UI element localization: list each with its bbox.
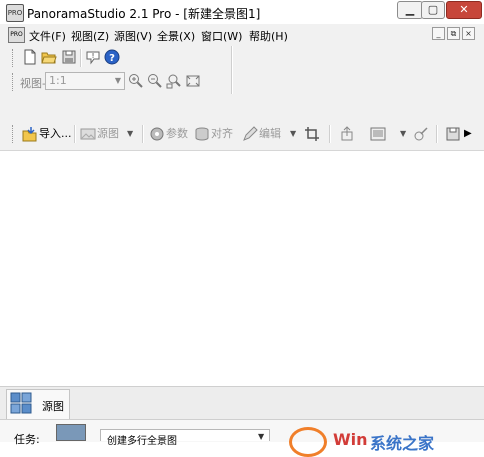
window-title: PanoramaStudio 2.1 Pro - [新建全景图1] [27, 7, 261, 21]
toolbar-separator [436, 125, 438, 143]
export-image-icon[interactable] [370, 126, 386, 142]
crop-icon[interactable] [304, 126, 320, 142]
new-document-icon[interactable] [22, 49, 38, 65]
open-folder-icon[interactable] [41, 49, 57, 65]
document-menu-icon[interactable]: PRO [8, 27, 25, 43]
edit-button[interactable]: 编辑 [259, 119, 281, 149]
task-select-value: 创建多行全景图 [107, 436, 177, 447]
menu-panorama[interactable]: 全景(X) [157, 28, 195, 44]
maximize-button[interactable]: ▢ [421, 1, 445, 19]
chevron-down-icon[interactable]: ▼ [400, 119, 406, 149]
watermark-logo-icon [289, 427, 327, 457]
toolbar-grip[interactable] [12, 49, 17, 67]
menu-source[interactable]: 源图(V) [114, 28, 152, 44]
watermark-text: Win [333, 430, 368, 449]
toolbar-separator [80, 49, 82, 67]
source-button[interactable]: 源图 [97, 119, 119, 149]
svg-text:!: ! [92, 52, 95, 60]
panorama-canvas[interactable] [0, 150, 484, 387]
source-image-icon [80, 128, 96, 140]
chevron-down-icon: ▼ [114, 76, 121, 85]
import-icon [22, 127, 37, 142]
source-grid-icon [10, 392, 32, 414]
minimize-button[interactable]: ▁ [397, 1, 423, 19]
menu-window[interactable]: 窗口(W) [201, 28, 242, 44]
menu-file[interactable]: 文件(F) [29, 28, 66, 44]
import-button[interactable]: 导入... [39, 119, 72, 149]
toolbar-separator [329, 125, 331, 143]
zoom-in-icon[interactable] [128, 73, 144, 89]
svg-text:?: ? [109, 53, 115, 64]
save-panorama-icon[interactable] [445, 126, 461, 142]
align-button[interactable]: 对齐 [211, 119, 233, 149]
help-icon[interactable]: ? [104, 49, 120, 65]
fit-window-icon[interactable] [185, 73, 201, 89]
mdi-restore-button[interactable]: ⧉ [447, 27, 460, 40]
main-toolbar: 导入... 源图 ▼ 参数 对齐 编辑 ▼ ▼ ▶ [0, 119, 484, 149]
chevron-down-icon[interactable]: ▼ [127, 119, 133, 149]
chevron-down-icon: ▼ [258, 432, 265, 441]
toolbar-separator [74, 125, 76, 143]
tip-bulb-icon[interactable]: ! [85, 49, 101, 65]
parameters-button[interactable]: 参数 [166, 119, 188, 149]
toolbar-grip[interactable] [12, 73, 17, 91]
mdi-close-button[interactable]: × [462, 27, 475, 40]
toolbar-divider [231, 46, 233, 94]
chevron-down-icon[interactable]: ▼ [290, 119, 296, 149]
menu-help[interactable]: 帮助(H) [249, 28, 288, 44]
settings-brush-icon[interactable] [413, 126, 429, 142]
zoom-fit-icon[interactable] [166, 73, 182, 89]
save-icon[interactable] [61, 49, 77, 65]
toolbar-overflow-icon[interactable]: ▶ [464, 119, 472, 149]
align-icon [195, 127, 209, 141]
task-thumbnail [56, 424, 86, 441]
app-logo-icon: PRO [6, 4, 24, 22]
toolbar-separator [142, 125, 144, 143]
toolbar-grip[interactable] [12, 125, 17, 143]
mdi-minimize-button[interactable]: _ [432, 27, 445, 40]
view-label: 视图- [20, 77, 46, 90]
zoom-out-icon[interactable] [147, 73, 163, 89]
zoom-select[interactable]: 1:1 ▼ [45, 72, 125, 90]
edit-icon [243, 126, 258, 141]
zoom-value: 1:1 [49, 74, 67, 87]
tab-source-label: 源图 [42, 400, 64, 413]
menu-view[interactable]: 视图(Z) [71, 28, 109, 44]
task-label: 任务: [14, 433, 40, 446]
close-button[interactable]: ✕ [446, 1, 482, 19]
stitch-icon[interactable] [339, 126, 355, 142]
parameters-icon [150, 127, 164, 141]
watermark-text-2: 系统之家 [370, 434, 435, 453]
